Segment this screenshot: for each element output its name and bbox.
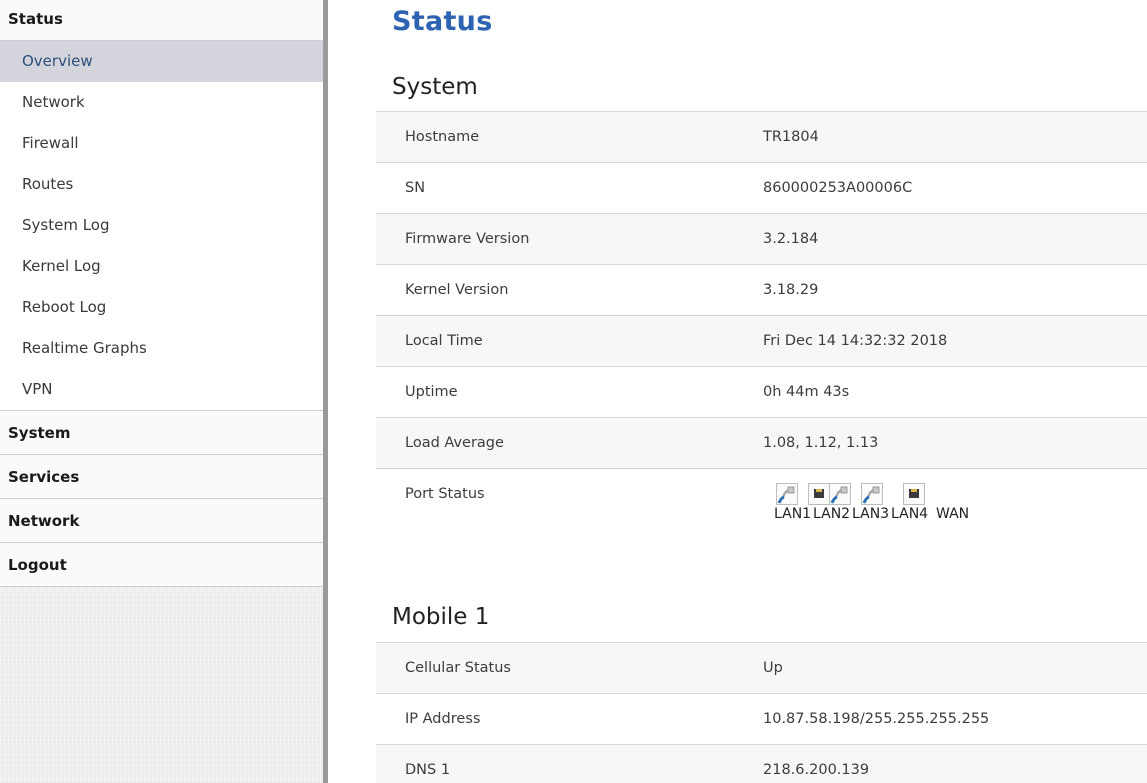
status-submenu: Overview Network Firewall Routes System …: [0, 41, 323, 411]
row-value: 860000253A00006C: [763, 180, 913, 196]
sidebar-item-realtime-graphs[interactable]: Realtime Graphs: [0, 328, 323, 369]
row-value: 0h 44m 43s: [763, 384, 850, 400]
sidebar-category-network[interactable]: Network: [0, 499, 323, 543]
sidebar-item-vpn[interactable]: VPN: [0, 369, 323, 410]
mobile-table: Cellular Status Up IP Address 10.87.58.1…: [376, 642, 1147, 783]
ethernet-cable-connected-icon: [776, 483, 798, 505]
row-key: Load Average: [405, 435, 504, 451]
row-key: Kernel Version: [405, 282, 509, 298]
sidebar-category-services[interactable]: Services: [0, 455, 323, 499]
row-key: Uptime: [405, 384, 458, 400]
row-value: 3.18.29: [763, 282, 819, 298]
table-row: Firmware Version 3.2.184: [376, 214, 1147, 265]
port-label-lan3: LAN3: [852, 506, 890, 522]
sidebar-item-overview[interactable]: Overview: [0, 41, 323, 82]
row-value: 3.2.184: [763, 231, 819, 247]
row-key: Local Time: [405, 333, 483, 349]
port-label-lan2: LAN2: [813, 506, 851, 522]
section-title-mobile: Mobile 1: [392, 604, 490, 630]
table-row-port-status: Port Status LAN1 LAN2 LAN3 LAN4 WAN: [376, 469, 1147, 549]
table-row: DNS 1 218.6.200.139: [376, 745, 1147, 783]
table-row: SN 860000253A00006C: [376, 163, 1147, 214]
table-row: Load Average 1.08, 1.12, 1.13: [376, 418, 1147, 469]
table-row: Uptime 0h 44m 43s: [376, 367, 1147, 418]
row-key: Hostname: [405, 129, 480, 145]
row-key: DNS 1: [405, 762, 451, 778]
ethernet-cable-connected-icon: [829, 483, 851, 505]
row-value: 10.87.58.198/255.255.255.255: [763, 711, 990, 727]
ethernet-port-empty-icon: [808, 483, 830, 505]
table-row: IP Address 10.87.58.198/255.255.255.255: [376, 694, 1147, 745]
sidebar-category-logout[interactable]: Logout: [0, 543, 323, 587]
main-content: Status System Hostname TR1804 SN 8600002…: [372, 0, 1147, 783]
section-title-system: System: [392, 74, 478, 100]
sidebar-item-reboot-log[interactable]: Reboot Log: [0, 287, 323, 328]
sidebar-item-firewall[interactable]: Firewall: [0, 123, 323, 164]
system-table: Hostname TR1804 SN 860000253A00006C Firm…: [376, 111, 1147, 549]
table-row: Cellular Status Up: [376, 643, 1147, 694]
row-key: Cellular Status: [405, 660, 511, 676]
ethernet-port-empty-icon: [903, 483, 925, 505]
row-value: 218.6.200.139: [763, 762, 870, 778]
sidebar-item-kernel-log[interactable]: Kernel Log: [0, 246, 323, 287]
sidebar-item-routes[interactable]: Routes: [0, 164, 323, 205]
row-value: 1.08, 1.12, 1.13: [763, 435, 879, 451]
sidebar-divider[interactable]: [323, 0, 328, 783]
row-key: IP Address: [405, 711, 481, 727]
row-value: TR1804: [763, 129, 819, 145]
port-label-wan: WAN: [936, 506, 970, 522]
row-value: Fri Dec 14 14:32:32 2018: [763, 333, 948, 349]
row-value: Up: [763, 660, 783, 676]
row-key: Firmware Version: [405, 231, 530, 247]
ethernet-cable-connected-icon: [861, 483, 883, 505]
port-label-lan1: LAN1: [774, 506, 812, 522]
page-title: Status: [392, 6, 493, 37]
sidebar: Status Overview Network Firewall Routes …: [0, 0, 323, 783]
sidebar-item-system-log[interactable]: System Log: [0, 205, 323, 246]
sidebar-item-network[interactable]: Network: [0, 82, 323, 123]
sidebar-category-status[interactable]: Status: [0, 0, 323, 41]
table-row: Hostname TR1804: [376, 112, 1147, 163]
row-key: Port Status: [405, 486, 485, 502]
sidebar-category-system[interactable]: System: [0, 411, 323, 455]
port-label-lan4: LAN4: [891, 506, 929, 522]
table-row: Local Time Fri Dec 14 14:32:32 2018: [376, 316, 1147, 367]
row-key: SN: [405, 180, 426, 196]
table-row: Kernel Version 3.18.29: [376, 265, 1147, 316]
